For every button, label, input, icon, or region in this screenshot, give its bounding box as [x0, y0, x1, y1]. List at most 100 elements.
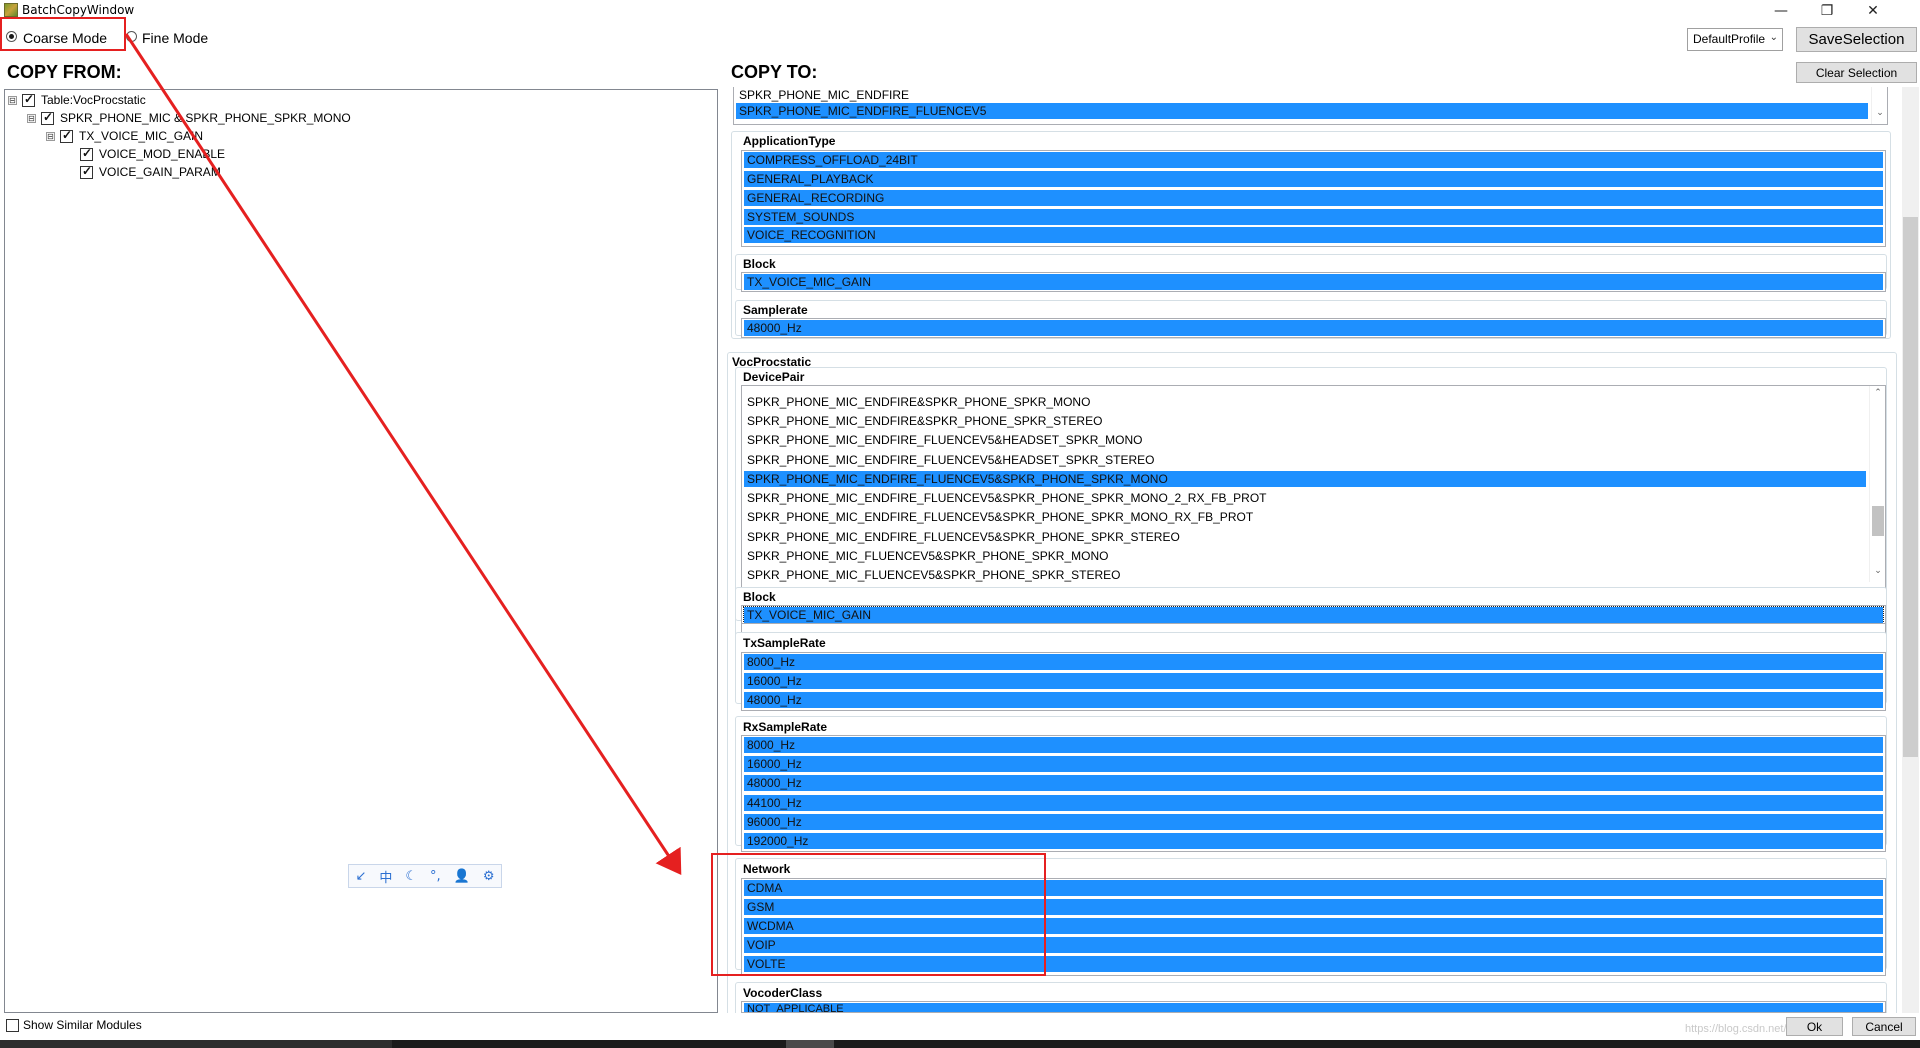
list-item[interactable]: 48000_Hz — [744, 775, 1883, 791]
application-type-label: ApplicationType — [743, 134, 836, 148]
list-item[interactable]: SPKR_PHONE_MIC_ENDFIRE_FLUENCEV5&HEADSET… — [744, 452, 1866, 468]
list-item[interactable]: SPKR_PHONE_MIC_ENDFIRE_FLUENCEV5&SPKR_PH… — [744, 509, 1866, 525]
clear-selection-button[interactable]: Clear Selection — [1796, 62, 1917, 83]
collapse-icon[interactable]: ⊟ — [46, 131, 55, 141]
show-similar-checkbox[interactable] — [6, 1018, 19, 1032]
fine-mode-radio[interactable] — [126, 31, 137, 42]
ime-chinese-icon[interactable]: 中 — [379, 867, 392, 886]
copy-to-scrollbar[interactable] — [1902, 87, 1919, 1013]
list-item[interactable]: 192000_Hz — [744, 833, 1883, 849]
list-item[interactable]: 8000_Hz — [744, 737, 1883, 753]
device-pair-label: DevicePair — [743, 370, 805, 384]
application-type-list-tail[interactable]: VOICE_RECOGNITION — [741, 227, 1886, 247]
list-item[interactable]: 96000_Hz — [744, 814, 1883, 830]
list-item[interactable]: SPKR_PHONE_MIC_ENDFIRE&SPKR_PHONE_SPKR_S… — [744, 413, 1866, 429]
ime-gear-icon[interactable]: ⚙ — [483, 869, 495, 884]
list-item[interactable]: VOICE_RECOGNITION — [744, 227, 1883, 243]
device-pair-scrollbar[interactable]: ⌃ ⌄ — [1869, 386, 1885, 582]
list-item[interactable]: 44100_Hz — [744, 795, 1883, 811]
scroll-thumb[interactable] — [1903, 217, 1918, 757]
scroll-up-icon[interactable]: ⌃ — [1870, 388, 1885, 402]
title-bar: BatchCopyWindow — ❐ ✕ — [0, 0, 1920, 22]
collapse-icon[interactable]: ⊟ — [27, 113, 36, 123]
scroll-thumb[interactable] — [1872, 506, 1884, 536]
taskbar — [0, 1040, 1920, 1048]
tree-node-label: VOICE_MOD_ENABLE — [99, 147, 226, 161]
tree-node-label: Table:VocProcstatic — [41, 93, 146, 107]
ime-mode-icon[interactable]: ↙ — [355, 869, 366, 884]
list-item[interactable]: SPKR_PHONE_MIC_ENDFIRE_FLUENCEV5&HEADSET… — [744, 432, 1866, 448]
list-item[interactable]: SPKR_PHONE_MIC_FLUENCEV5&SPKR_PHONE_SPKR… — [744, 548, 1866, 564]
list-item[interactable]: COMPRESS_OFFLOAD_24BIT — [744, 152, 1883, 168]
list-item[interactable]: NOT_APPLICABLE — [744, 1003, 1883, 1012]
list-item[interactable]: TX_VOICE_MIC_GAIN — [743, 606, 1884, 623]
tree-checkbox[interactable] — [22, 92, 35, 107]
list-item[interactable]: SPKR_PHONE_MIC_ENDFIRE_FLUENCEV5&SPKR_PH… — [744, 529, 1866, 545]
list-item[interactable]: SPKR_PHONE_MIC_ENDFIRE — [736, 87, 1868, 103]
list-item[interactable]: SPKR_PHONE_MIC_FLUENCEV5&SPKR_PHONE_SPKR… — [744, 567, 1866, 583]
tree-node-table[interactable]: ⊟ Table:VocProcstatic — [8, 92, 146, 108]
tree-node-label: VOICE_GAIN_PARAM — [99, 165, 221, 179]
close-button[interactable]: ✕ — [1850, 0, 1896, 22]
ime-punctuation-icon[interactable]: °, — [430, 869, 441, 884]
rx-sample-rate-list[interactable]: 8000_Hz 16000_Hz 48000_Hz 44100_Hz 96000… — [741, 735, 1886, 852]
list-item[interactable]: SPKR_PHONE_MIC_ENDFIRE&SPKR_PHONE_SPKR_M… — [744, 394, 1866, 410]
list-item[interactable]: 48000_Hz — [744, 320, 1883, 336]
ime-user-icon[interactable]: 👤 — [454, 869, 470, 884]
tree-node-block[interactable]: ⊟ TX_VOICE_MIC_GAIN — [46, 128, 203, 144]
taskbar-segment — [0, 1040, 392, 1048]
tree-checkbox[interactable] — [41, 110, 54, 125]
watermark-text: https://blog.csdn.net/... — [1685, 1023, 1796, 1035]
tree-node-param[interactable]: VOICE_MOD_ENABLE — [80, 146, 225, 162]
list-item[interactable]: TX_VOICE_MIC_GAIN — [744, 274, 1883, 290]
ok-button[interactable]: Ok — [1786, 1017, 1843, 1036]
ime-toolbar[interactable]: ↙ 中 ☾ °, 👤 ⚙ — [348, 864, 502, 888]
tree-node-param[interactable]: VOICE_GAIN_PARAM — [80, 164, 221, 180]
save-selection-button[interactable]: SaveSelection — [1796, 27, 1917, 52]
list-item[interactable]: SPKR_PHONE_MIC_ENDFIRE_FLUENCEV5 — [736, 103, 1868, 119]
ime-moon-icon[interactable]: ☾ — [405, 869, 417, 884]
vocproc-block-list[interactable]: TX_VOICE_MIC_GAIN — [741, 605, 1886, 624]
samplerate-list[interactable]: 48000_Hz — [741, 318, 1886, 338]
scroll-down-icon[interactable]: ⌄ — [1870, 566, 1885, 580]
taskbar-segment — [786, 1040, 834, 1048]
list-item[interactable]: GENERAL_PLAYBACK — [744, 171, 1883, 187]
copy-from-heading: COPY FROM: — [7, 62, 122, 82]
samplerate-label: Samplerate — [743, 303, 808, 317]
list-item[interactable]: 48000_Hz — [744, 692, 1883, 708]
tree-checkbox[interactable] — [80, 146, 93, 161]
device-pair-list[interactable]: SPKR_PHONE_MIC_ENDFIRE&SPKR_PHONE_SPKR_M… — [741, 385, 1886, 673]
block-label: Block — [743, 257, 776, 271]
vocproc-block-label: Block — [743, 590, 776, 604]
device-list-top[interactable]: SPKR_PHONE_MIC_ENDFIRE SPKR_PHONE_MIC_EN… — [733, 87, 1888, 125]
list-item[interactable]: 16000_Hz — [744, 673, 1883, 689]
tree-checkbox[interactable] — [60, 128, 73, 143]
list-item[interactable]: GENERAL_RECORDING — [744, 190, 1883, 206]
cancel-button[interactable]: Cancel — [1852, 1017, 1916, 1036]
tx-sample-rate-label: TxSampleRate — [743, 636, 826, 650]
list-item[interactable]: 8000_Hz — [744, 654, 1883, 670]
tx-sample-rate-list[interactable]: 8000_Hz 16000_Hz 48000_Hz — [741, 652, 1886, 711]
restore-button[interactable]: ❐ — [1804, 0, 1850, 22]
collapse-icon[interactable]: ⊟ — [8, 95, 17, 105]
minimize-button[interactable]: — — [1758, 0, 1804, 22]
scroll-down-icon[interactable]: ⌄ — [1872, 108, 1887, 122]
list-item[interactable]: SPKR_PHONE_MIC_ENDFIRE_FLUENCEV5&SPKR_PH… — [744, 471, 1866, 487]
list-item[interactable]: SPKR_PHONE_MIC_ENDFIRE_FLUENCEV5&SPKR_PH… — [744, 490, 1866, 506]
tree-node-device-pair[interactable]: ⊟ SPKR_PHONE_MIC & SPKR_PHONE_SPKR_MONO — [27, 110, 351, 126]
show-similar-label: Show Similar Modules — [23, 1018, 142, 1032]
tree-node-label: SPKR_PHONE_MIC & SPKR_PHONE_SPKR_MONO — [60, 111, 351, 125]
list-item[interactable]: SYSTEM_SOUNDS — [744, 209, 1883, 225]
tree-checkbox[interactable] — [80, 164, 93, 179]
profile-dropdown[interactable]: DefaultProfile ⌄ — [1687, 28, 1783, 51]
annotation-box-coarse-mode — [0, 17, 126, 51]
vocoder-class-list[interactable]: NOT_APPLICABLE — [741, 1001, 1886, 1013]
block-list[interactable]: TX_VOICE_MIC_GAIN — [741, 272, 1886, 292]
show-similar-modules[interactable]: Show Similar Modules — [6, 1018, 142, 1032]
tree-node-label: TX_VOICE_MIC_GAIN — [79, 129, 204, 143]
list-item[interactable]: 16000_Hz — [744, 756, 1883, 772]
application-type-list[interactable]: COMPRESS_OFFLOAD_24BIT GENERAL_PLAYBACK … — [741, 150, 1886, 234]
list-scrollbar[interactable]: ⌄ — [1871, 87, 1887, 124]
rx-sample-rate-label: RxSampleRate — [743, 720, 828, 734]
fine-mode-label[interactable]: Fine Mode — [142, 30, 208, 46]
